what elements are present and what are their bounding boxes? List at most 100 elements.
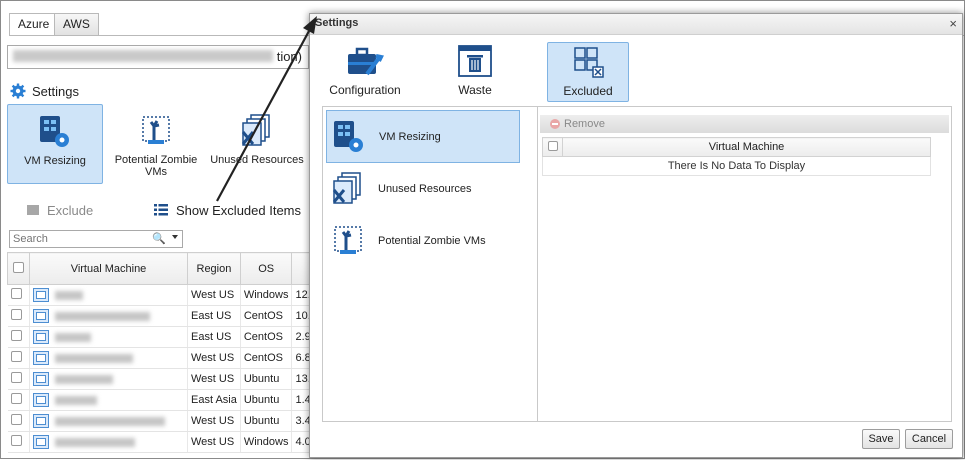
vm-resizing-icon: [40, 116, 69, 147]
exclude-label: Exclude: [47, 202, 94, 218]
table-row[interactable]: West US Windows 4.0: [7, 431, 315, 453]
vm-icon: [33, 330, 49, 344]
vm-resizing-icon: [334, 120, 363, 152]
vm-icon: [33, 309, 49, 323]
dialog-title: Settings: [315, 17, 359, 29]
vm-icon: [33, 288, 49, 302]
application-frame: Azure AWS tion) Settings VM Resizing Pot…: [0, 0, 965, 459]
os-cell: Ubuntu: [240, 389, 293, 411]
excluded-button[interactable]: Excluded: [547, 42, 629, 102]
exclude-button[interactable]: Exclude: [27, 202, 93, 218]
excluded-select-all-checkbox[interactable]: [547, 140, 558, 151]
waste-button[interactable]: Waste: [446, 42, 504, 100]
tab-azure[interactable]: Azure: [9, 13, 59, 36]
row-checkbox[interactable]: [10, 288, 22, 299]
select-all-checkbox[interactable]: [13, 261, 24, 273]
table-row[interactable]: East Asia Ubuntu 1.4: [7, 389, 315, 411]
show-excluded-items-button[interactable]: Show Excluded Items: [154, 202, 301, 218]
region-cell: West US: [187, 284, 241, 306]
table-row[interactable]: West US CentOS 6.8: [7, 347, 315, 369]
exclude-icon: [27, 205, 39, 215]
region-cell: West US: [187, 431, 241, 453]
waste-label: Waste: [458, 83, 492, 97]
zombie-vm-icon: [334, 225, 362, 254]
column-header-os[interactable]: OS: [239, 252, 293, 285]
table-row[interactable]: East US CentOS 2.9: [7, 326, 315, 348]
os-cell: Windows: [240, 284, 293, 306]
row-checkbox[interactable]: [10, 372, 22, 383]
unused-resources-label: Unused Resources: [210, 154, 304, 166]
configuration-icon: [348, 47, 384, 76]
row-checkbox[interactable]: [10, 309, 22, 320]
table-row[interactable]: West US Windows 12.: [7, 284, 315, 306]
vm-icon: [33, 393, 49, 407]
vm-name-redacted: [55, 353, 133, 363]
unused-resources-icon: [332, 171, 361, 204]
vm-table: Virtual Machine Region OS West US Window…: [7, 252, 315, 453]
vm-icon: [33, 435, 49, 449]
region-cell: West US: [187, 368, 241, 390]
subscription-suffix: tion): [276, 49, 302, 64]
excluded-toolbar: Remove: [540, 115, 949, 133]
vm-icon: [33, 351, 49, 365]
category-potential-zombie-vms-label: Potential Zombie VMs: [378, 234, 486, 247]
vm-name-redacted: [55, 416, 165, 426]
row-checkbox[interactable]: [10, 414, 22, 425]
os-cell: CentOS: [240, 305, 293, 327]
tab-aws[interactable]: AWS: [54, 13, 99, 35]
category-vm-resizing[interactable]: VM Resizing: [326, 110, 520, 163]
os-cell: Ubuntu: [240, 410, 293, 432]
save-button[interactable]: Save: [862, 429, 900, 449]
vm-name-redacted: [55, 374, 113, 384]
excluded-vm-table: Virtual Machine There Is No Data To Disp…: [542, 137, 931, 176]
excluded-category-list: VM Resizing Unused Resources Potential Z…: [322, 106, 550, 422]
region-cell: East US: [187, 305, 241, 327]
settings-gear-icon: [10, 83, 26, 99]
vm-resizing-button[interactable]: VM Resizing: [7, 104, 103, 184]
os-cell: Windows: [240, 431, 293, 453]
excluded-select-all[interactable]: [542, 137, 563, 157]
row-checkbox[interactable]: [10, 435, 22, 446]
search-input[interactable]: [10, 231, 156, 247]
search-box: 🔍: [9, 230, 183, 248]
select-all-header[interactable]: [7, 252, 30, 285]
os-cell: Ubuntu: [240, 368, 293, 390]
dialog-titlebar[interactable]: Settings ×: [310, 14, 962, 35]
column-header-virtual-machine[interactable]: Virtual Machine: [29, 252, 188, 285]
os-cell: CentOS: [240, 326, 293, 348]
category-vm-resizing-label: VM Resizing: [379, 130, 441, 143]
vm-name-redacted: [55, 332, 91, 342]
table-row[interactable]: West US Ubuntu 13.: [7, 368, 315, 390]
excluded-column-virtual-machine[interactable]: Virtual Machine: [562, 137, 931, 157]
subscription-selector[interactable]: tion): [7, 45, 309, 69]
vm-name-redacted: [55, 311, 150, 321]
vm-name-redacted: [55, 290, 83, 300]
column-header-region[interactable]: Region: [187, 252, 241, 285]
unused-resources-button[interactable]: Unused Resources: [209, 104, 305, 182]
table-row[interactable]: East US CentOS 10.: [7, 305, 315, 327]
waste-icon: [458, 45, 492, 77]
category-unused-resources[interactable]: Unused Resources: [326, 163, 518, 214]
table-row[interactable]: West US Ubuntu 3.4: [7, 410, 315, 432]
vm-resizing-label: VM Resizing: [24, 155, 86, 167]
vm-icon: [33, 372, 49, 386]
category-unused-resources-label: Unused Resources: [378, 182, 472, 195]
row-checkbox[interactable]: [10, 351, 22, 362]
potential-zombie-vms-button[interactable]: Potential Zombie VMs: [111, 104, 201, 182]
row-checkbox[interactable]: [10, 393, 22, 404]
settings-link[interactable]: Settings: [10, 82, 79, 100]
remove-button[interactable]: Remove: [550, 118, 605, 130]
row-checkbox[interactable]: [10, 330, 22, 341]
excluded-label: Excluded: [563, 84, 613, 98]
region-cell: West US: [187, 410, 241, 432]
search-dropdown-icon[interactable]: [172, 235, 178, 239]
potential-zombie-vms-label: Potential Zombie VMs: [114, 154, 198, 178]
search-icon[interactable]: 🔍: [152, 232, 166, 245]
configuration-button[interactable]: Configuration: [322, 42, 408, 100]
cancel-button[interactable]: Cancel: [905, 429, 953, 449]
close-icon[interactable]: ×: [949, 16, 957, 31]
os-cell: CentOS: [240, 347, 293, 369]
vm-name-redacted: [55, 437, 135, 447]
settings-dialog: Settings × Configuration Waste Excluded …: [309, 13, 963, 458]
category-potential-zombie-vms[interactable]: Potential Zombie VMs: [326, 215, 518, 266]
